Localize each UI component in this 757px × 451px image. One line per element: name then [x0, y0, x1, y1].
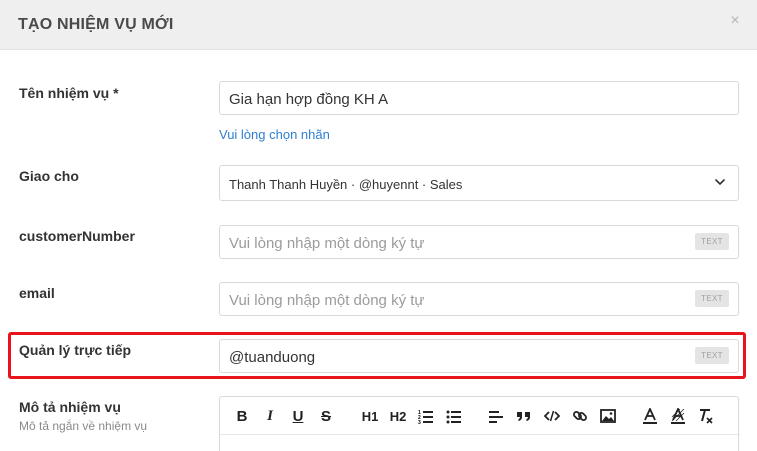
task-name-label: Tên nhiệm vụ *	[19, 85, 119, 101]
email-field[interactable]: Vui lòng nhập một dòng ký tự TEXT	[219, 282, 739, 316]
customer-number-input[interactable]: Vui lòng nhập một dòng ký tự TEXT	[219, 225, 739, 259]
image-icon	[600, 409, 616, 423]
code-button[interactable]	[542, 407, 562, 425]
text-type-badge: TEXT	[695, 233, 729, 250]
heading-1-icon: H1	[361, 408, 379, 424]
direct-manager-label: Quản lý trực tiếp	[19, 342, 132, 358]
underline-icon: U	[292, 407, 304, 425]
text-color-icon	[643, 408, 657, 424]
strikethrough-icon: S	[320, 407, 331, 425]
ordered-list-icon: 1 2 3	[418, 410, 433, 424]
strikethrough-button[interactable]: S	[316, 407, 336, 425]
bold-icon: B	[236, 407, 248, 425]
highlight-color-button[interactable]	[668, 407, 688, 425]
text-type-badge: TEXT	[695, 290, 729, 307]
heading-2-icon: H2	[389, 408, 407, 424]
description-label: Mô tả nhiệm vụ	[19, 399, 121, 415]
task-name-value: Gia hạn hợp đồng KH A	[229, 91, 389, 108]
modal-header: TẠO NHIỆM VỤ MỚI ×	[0, 0, 757, 50]
customer-number-label: customerNumber	[19, 228, 135, 244]
modal-title: TẠO NHIỆM VỤ MỚI	[18, 16, 174, 33]
text-type-badge: TEXT	[695, 347, 729, 364]
code-icon	[544, 410, 560, 422]
direct-manager-value: @tuanduong	[229, 349, 316, 366]
description-editor[interactable]: B I U S H1 H2 1 2 3	[219, 396, 740, 451]
assignee-value: Thanh Thanh Huyền · @huyennt · Sales	[229, 177, 463, 192]
image-button[interactable]	[598, 407, 618, 425]
close-button[interactable]: ×	[724, 10, 746, 32]
email-placeholder: Vui lòng nhập một dòng ký tự	[229, 292, 425, 309]
text-color-button[interactable]	[640, 407, 660, 425]
editor-toolbar: B I U S H1 H2 1 2 3	[220, 397, 740, 435]
clear-format-icon	[700, 409, 713, 424]
task-name-input[interactable]: Gia hạn hợp đồng KH A	[219, 81, 739, 115]
direct-manager-input[interactable]: @tuanduong TEXT	[219, 339, 739, 373]
highlight-color-icon	[671, 408, 685, 424]
assignee-label: Giao cho	[19, 168, 79, 184]
quote-icon	[517, 412, 530, 421]
link-icon	[573, 411, 587, 421]
align-left-button[interactable]	[486, 407, 506, 425]
choose-label-link[interactable]: Vui lòng chọn nhãn	[219, 127, 330, 142]
link-button[interactable]	[570, 407, 590, 425]
chevron-down-icon	[714, 175, 726, 189]
italic-button[interactable]: I	[260, 407, 280, 425]
svg-text:3: 3	[418, 420, 421, 424]
blockquote-button[interactable]	[514, 407, 534, 425]
email-label: email	[19, 285, 55, 301]
ordered-list-button[interactable]: 1 2 3	[416, 407, 436, 425]
clear-format-button[interactable]	[696, 407, 716, 425]
heading-1-button[interactable]: H1	[358, 407, 382, 425]
bullet-list-button[interactable]	[444, 407, 464, 425]
heading-2-button[interactable]: H2	[386, 407, 410, 425]
underline-button[interactable]: U	[288, 407, 308, 425]
description-sublabel: Mô tả ngắn về nhiệm vụ	[19, 419, 148, 433]
customer-number-placeholder: Vui lòng nhập một dòng ký tự	[229, 235, 425, 252]
close-icon: ×	[730, 12, 740, 29]
bold-button[interactable]: B	[232, 407, 252, 425]
italic-icon: I	[267, 407, 273, 424]
assignee-select[interactable]: Thanh Thanh Huyền · @huyennt · Sales	[219, 165, 739, 201]
align-left-icon	[489, 411, 503, 423]
bullet-list-icon	[446, 410, 461, 424]
